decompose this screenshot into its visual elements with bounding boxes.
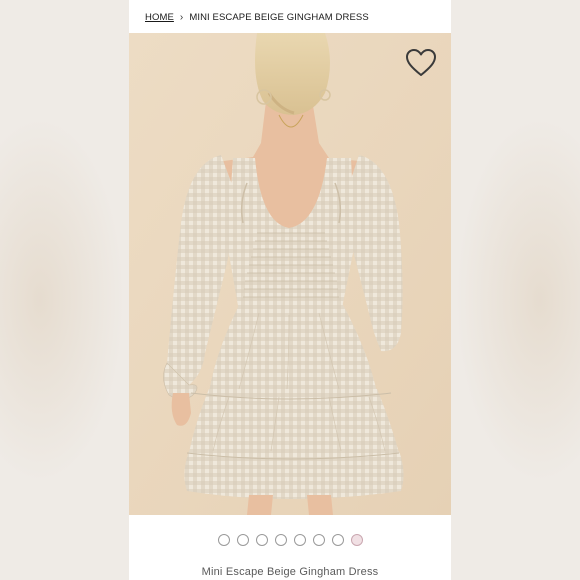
- product-panel: HOME › MINI ESCAPE BEIGE GINGHAM DRESS M…: [129, 0, 451, 580]
- product-photo[interactable]: [129, 33, 451, 515]
- gallery-dot[interactable]: [293, 534, 306, 546]
- gallery-dot[interactable]: [274, 534, 287, 546]
- breadcrumb-current: MINI ESCAPE BEIGE GINGHAM DRESS: [189, 11, 369, 23]
- gallery-dot[interactable]: [217, 534, 230, 546]
- gallery-dot[interactable]: [331, 534, 344, 546]
- breadcrumb: HOME › MINI ESCAPE BEIGE GINGHAM DRESS: [145, 10, 369, 24]
- gallery-dot-active[interactable]: [350, 534, 363, 546]
- breadcrumb-home-link[interactable]: HOME: [145, 12, 174, 23]
- gallery-dot[interactable]: [236, 534, 249, 546]
- gallery-dot[interactable]: [255, 534, 268, 546]
- breadcrumb-separator: ›: [179, 11, 184, 23]
- gallery-dots: [129, 533, 451, 549]
- wishlist-heart-icon[interactable]: [405, 48, 437, 78]
- product-title: Mini Escape Beige Gingham Dress: [201, 566, 379, 578]
- gallery-dot[interactable]: [312, 534, 325, 546]
- product-photo-illustration: [129, 33, 451, 515]
